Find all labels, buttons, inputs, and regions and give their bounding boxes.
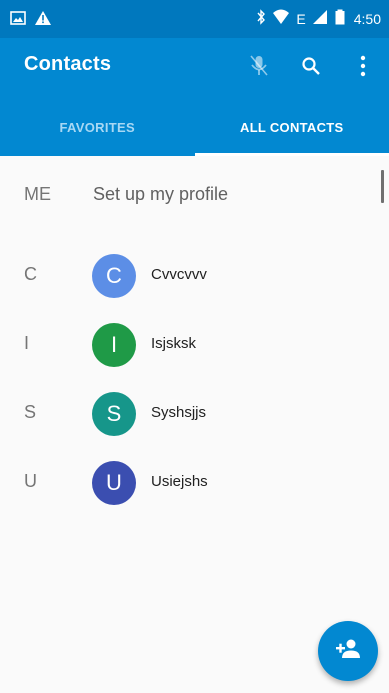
network-type-label: E — [296, 10, 306, 27]
app-bar: Contacts — [0, 38, 389, 98]
contact-name: Cvvcvvv — [151, 266, 207, 283]
signal-icon — [312, 9, 328, 28]
my-profile-row[interactable]: ME Set up my profile — [0, 156, 389, 234]
avatar-initial: C — [106, 263, 122, 288]
mic-icon — [248, 54, 270, 83]
clock: 4:50 — [353, 10, 381, 27]
status-bar: E 4:50 — [0, 0, 389, 38]
contact-row[interactable]: C C Cvvcvvv — [0, 242, 389, 310]
bluetooth-icon — [256, 9, 266, 28]
voice-search-button[interactable] — [233, 50, 285, 86]
section-letter: S — [24, 402, 37, 422]
add-person-icon — [334, 638, 362, 665]
contact-name: Syshsjjs — [151, 404, 207, 421]
add-contact-button[interactable] — [318, 621, 378, 681]
search-button[interactable] — [285, 50, 337, 86]
more-vert-icon — [360, 55, 366, 82]
tab-all-contacts[interactable]: ALL CONTACTS — [194, 98, 389, 156]
avatar: U — [92, 461, 136, 505]
battery-icon — [334, 9, 346, 28]
avatar: I — [92, 323, 136, 367]
avatar: S — [92, 392, 136, 436]
wifi-icon — [272, 9, 290, 28]
more-options-button[interactable] — [337, 50, 389, 86]
avatar-initial: U — [106, 470, 122, 495]
warning-icon — [34, 10, 52, 31]
contact-name: Isjsksk — [151, 335, 196, 352]
tab-bar: FAVORITES ALL CONTACTS — [0, 98, 389, 156]
avatar-initial: S — [106, 401, 122, 426]
avatar-initial: I — [110, 332, 118, 357]
section-letter: U — [24, 471, 37, 491]
section-letter: I — [24, 333, 30, 353]
scrollbar[interactable] — [381, 170, 384, 203]
app-title: Contacts — [24, 53, 112, 75]
contact-row[interactable]: S S Syshsjjs — [0, 380, 389, 448]
contact-row[interactable]: I I Isjsksk — [0, 311, 389, 379]
search-icon — [301, 56, 321, 81]
image-icon — [10, 10, 26, 31]
me-section-header: ME — [24, 184, 51, 204]
avatar: C — [92, 254, 136, 298]
contact-row[interactable]: U U Usiejshs — [0, 449, 389, 517]
contact-name: Usiejshs — [151, 473, 208, 490]
setup-profile-label: Set up my profile — [93, 184, 229, 204]
section-letter: C — [24, 264, 37, 284]
tab-favorites[interactable]: FAVORITES — [0, 98, 195, 156]
